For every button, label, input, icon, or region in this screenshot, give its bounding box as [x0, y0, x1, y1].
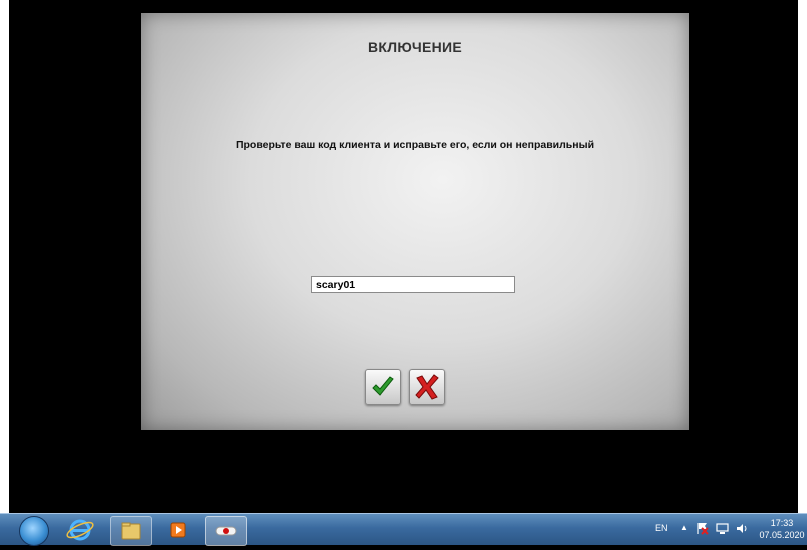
file-explorer-button[interactable] — [110, 516, 152, 546]
confirm-button[interactable] — [365, 369, 401, 405]
red-x-icon — [415, 374, 439, 400]
network-icon[interactable] — [716, 522, 729, 535]
windows-start-icon[interactable] — [19, 516, 49, 546]
volume-icon[interactable] — [736, 522, 749, 535]
app-icon — [215, 526, 237, 536]
active-app-button[interactable] — [205, 516, 247, 546]
show-hidden-icons-arrow[interactable]: ▲ — [680, 523, 688, 532]
dialog-message: Проверьте ваш код клиента и исправьте ег… — [235, 139, 595, 151]
dialog-title: ВКЛЮЧЕНИЕ — [367, 39, 463, 55]
window-edge-right — [798, 0, 807, 513]
internet-explorer-icon — [66, 519, 94, 541]
activation-dialog: ВКЛЮЧЕНИЕ Проверьте ваш код клиента и ис… — [141, 13, 689, 430]
media-player-icon — [170, 522, 186, 538]
action-center-flag-icon[interactable] — [696, 522, 709, 535]
clock-time: 17:33 — [770, 518, 794, 528]
taskbar: EN ▲ 17:33 07.05.2020 — [0, 513, 807, 546]
internet-explorer-button[interactable] — [60, 516, 100, 544]
cancel-button[interactable] — [409, 369, 445, 405]
language-indicator[interactable]: EN — [655, 523, 668, 533]
system-clock[interactable]: 17:33 07.05.2020 — [758, 517, 806, 541]
file-explorer-icon — [121, 522, 141, 540]
green-check-icon — [372, 376, 394, 396]
media-player-button[interactable] — [158, 516, 198, 544]
client-code-input[interactable] — [311, 276, 515, 293]
window-edge-left — [0, 0, 9, 513]
clock-date: 07.05.2020 — [759, 530, 805, 540]
